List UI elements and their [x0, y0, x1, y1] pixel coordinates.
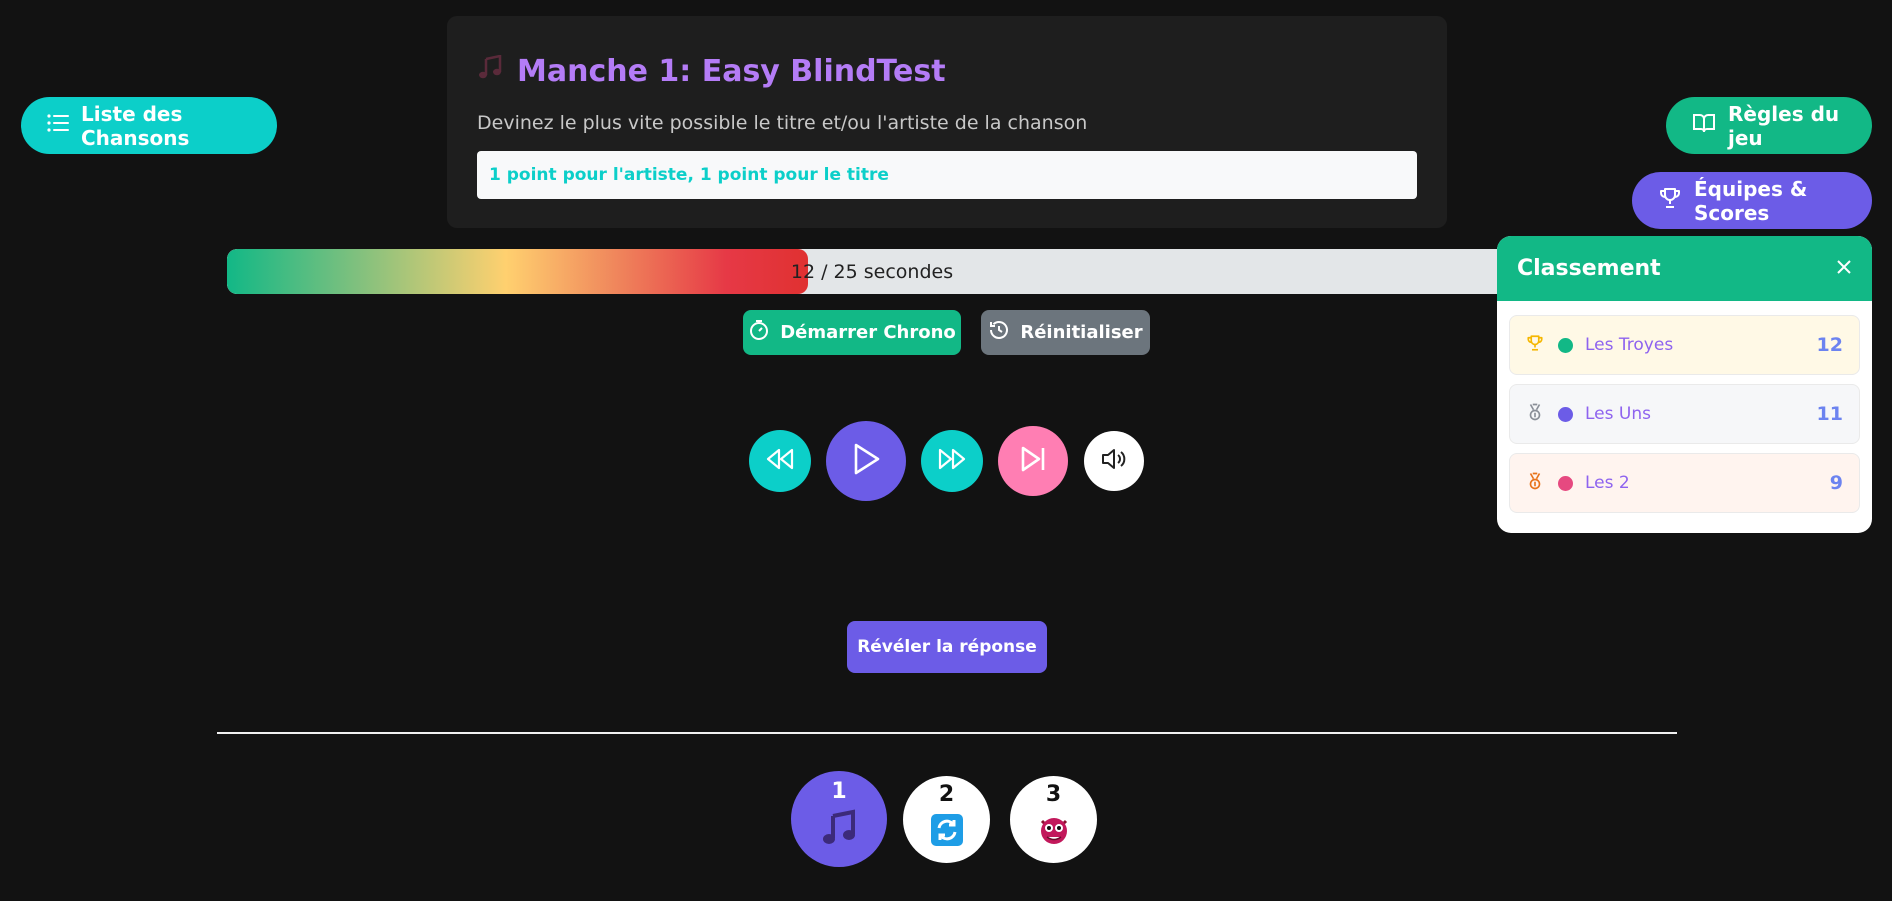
reset-timer-button[interactable]: Réinitialiser — [981, 310, 1150, 355]
ranking-panel: Classement Les Troyes 12 Les Uns 11 Les … — [1497, 236, 1872, 533]
teams-scores-button[interactable]: Équipes & Scores — [1632, 172, 1872, 229]
fast-forward-icon — [937, 447, 967, 475]
points-info: 1 point pour l'artiste, 1 point pour le … — [477, 151, 1417, 199]
book-icon — [1692, 112, 1716, 139]
refresh-icon — [930, 813, 964, 851]
team-color-dot — [1558, 406, 1573, 422]
round-number: 1 — [831, 779, 847, 804]
skip-icon — [1018, 444, 1048, 478]
reset-clock-icon — [988, 319, 1010, 346]
rules-label: Règles du jeu — [1728, 101, 1840, 150]
round-selector-3[interactable]: 3 — [1010, 776, 1097, 863]
team-color-dot — [1558, 337, 1573, 353]
team-score: 9 — [1829, 472, 1843, 494]
round-title: Manche 1: Easy BlindTest — [517, 54, 946, 89]
round-number: 2 — [938, 782, 955, 807]
rewind-icon — [765, 447, 795, 475]
team-name: Les Uns — [1585, 404, 1651, 424]
monster-icon — [1036, 811, 1072, 851]
team-score: 12 — [1816, 334, 1843, 356]
play-button[interactable] — [826, 421, 906, 501]
music-note-icon — [477, 54, 503, 89]
ranking-row: Les Troyes 12 — [1509, 315, 1860, 375]
songs-list-button[interactable]: Liste des Chansons — [21, 97, 277, 154]
round-selector-2[interactable]: 2 — [903, 776, 990, 863]
team-name: Les Troyes — [1585, 335, 1674, 355]
rewind-button[interactable] — [749, 430, 811, 492]
stopwatch-icon — [748, 319, 770, 346]
skip-button[interactable] — [998, 426, 1068, 496]
timer-text: 12 / 25 secondes — [790, 260, 954, 283]
rules-button[interactable]: Règles du jeu — [1666, 97, 1872, 154]
ranking-row: Les Uns 11 — [1509, 384, 1860, 444]
volume-icon — [1100, 447, 1128, 475]
list-icon — [47, 113, 69, 138]
bronze-medal-icon — [1526, 472, 1544, 494]
music-note-icon — [819, 808, 859, 852]
ranking-row: Les 2 9 — [1509, 453, 1860, 513]
songs-list-label: Liste des Chansons — [81, 101, 190, 150]
ranking-header: Classement — [1497, 236, 1872, 301]
team-score: 11 — [1816, 403, 1843, 425]
silver-medal-icon — [1526, 403, 1544, 425]
round-title-row: Manche 1: Easy BlindTest — [477, 54, 946, 89]
teams-scores-label: Équipes & Scores — [1694, 176, 1808, 225]
round-number: 3 — [1045, 782, 1062, 807]
round-selector-1[interactable]: 1 — [791, 771, 887, 867]
round-subtitle: Devinez le plus vite possible le titre e… — [477, 112, 1088, 134]
volume-button[interactable] — [1084, 431, 1144, 491]
trophy-icon — [1526, 334, 1544, 356]
reveal-answer-button[interactable]: Révéler la réponse — [847, 621, 1047, 673]
team-name: Les 2 — [1585, 473, 1630, 493]
fast-forward-button[interactable] — [921, 430, 983, 492]
ranking-title: Classement — [1517, 256, 1661, 281]
round-header-card: Manche 1: Easy BlindTest Devinez le plus… — [447, 16, 1447, 228]
timer-progress-bar: 12 / 25 secondes — [227, 249, 1517, 294]
trophy-icon — [1658, 186, 1682, 215]
reset-timer-label: Réinitialiser — [1020, 322, 1143, 343]
divider — [217, 732, 1677, 734]
start-timer-button[interactable]: Démarrer Chrono — [743, 310, 961, 355]
close-icon[interactable] — [1836, 256, 1852, 281]
start-timer-label: Démarrer Chrono — [780, 322, 956, 343]
team-color-dot — [1558, 475, 1573, 491]
play-icon — [851, 442, 881, 480]
